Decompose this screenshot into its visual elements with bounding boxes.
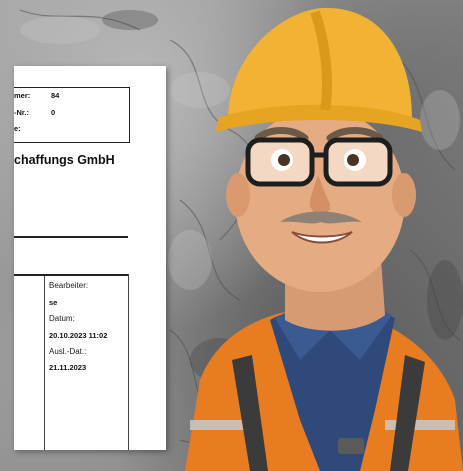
pupil	[347, 154, 359, 166]
ear	[392, 173, 416, 217]
harness-buckle	[338, 438, 364, 454]
construction-worker-illustration	[185, 7, 463, 471]
ear	[226, 173, 250, 217]
pupil	[278, 154, 290, 166]
